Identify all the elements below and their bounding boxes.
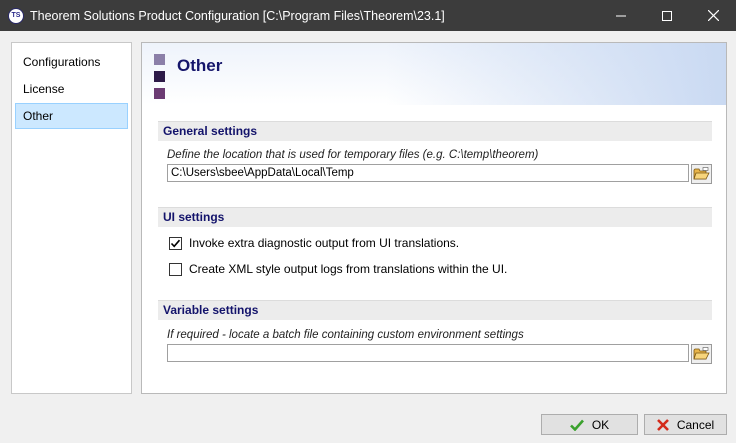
cancel-x-icon xyxy=(656,418,669,431)
xml-logs-checkbox[interactable] xyxy=(169,262,182,276)
diagnostic-output-checkbox[interactable] xyxy=(169,236,182,250)
batch-file-hint: If required - locate a batch file contai… xyxy=(167,329,524,341)
general-settings-header: General settings xyxy=(158,121,712,141)
cancel-label: Cancel xyxy=(676,417,715,432)
batch-file-browse-button[interactable] xyxy=(691,344,712,364)
temp-location-hint: Define the location that is used for tem… xyxy=(167,149,539,161)
sidebar-item-configurations[interactable]: Configurations xyxy=(15,49,128,75)
page-title: Other xyxy=(177,56,223,75)
app-logo-icon: TS xyxy=(8,7,24,24)
settings-panel: Other General settings Define the locati… xyxy=(141,42,727,394)
variable-settings-header: Variable settings xyxy=(158,300,712,320)
sidebar-item-license[interactable]: License xyxy=(15,76,128,102)
folder-open-icon xyxy=(693,347,710,360)
ui-settings-header: UI settings xyxy=(158,207,712,227)
sidebar-item-other[interactable]: Other xyxy=(15,103,128,129)
logo-square-dark xyxy=(154,71,165,82)
title-bar: TS Theorem Solutions Product Configurati… xyxy=(0,0,736,31)
maximize-button[interactable] xyxy=(644,0,690,31)
batch-file-input[interactable] xyxy=(167,344,689,362)
checkmark-icon xyxy=(569,419,584,431)
folder-open-icon xyxy=(693,167,710,180)
close-button[interactable] xyxy=(690,0,736,31)
minimize-button[interactable] xyxy=(598,0,644,31)
cancel-button[interactable]: Cancel xyxy=(644,414,727,435)
ok-button[interactable]: OK xyxy=(541,414,638,435)
minimize-icon xyxy=(616,15,626,16)
diagnostic-output-label: Invoke extra diagnostic output from UI t… xyxy=(189,236,460,250)
temp-path-input[interactable] xyxy=(167,164,689,182)
window-controls xyxy=(598,0,736,31)
diagnostic-output-option[interactable]: Invoke extra diagnostic output from UI t… xyxy=(169,235,459,251)
close-icon xyxy=(707,10,719,21)
sidebar-nav: Configurations License Other xyxy=(11,42,132,394)
logo-square-purple xyxy=(154,88,165,99)
ok-label: OK xyxy=(591,417,610,432)
checkmark-icon xyxy=(170,239,181,247)
maximize-icon xyxy=(662,10,672,21)
header-banner xyxy=(142,43,726,105)
window-title: Theorem Solutions Product Configuration … xyxy=(30,8,445,23)
xml-logs-label: Create XML style output logs from transl… xyxy=(189,262,508,276)
logo-square-light xyxy=(154,54,165,65)
xml-logs-option[interactable]: Create XML style output logs from transl… xyxy=(169,261,507,277)
temp-path-browse-button[interactable] xyxy=(691,164,712,184)
